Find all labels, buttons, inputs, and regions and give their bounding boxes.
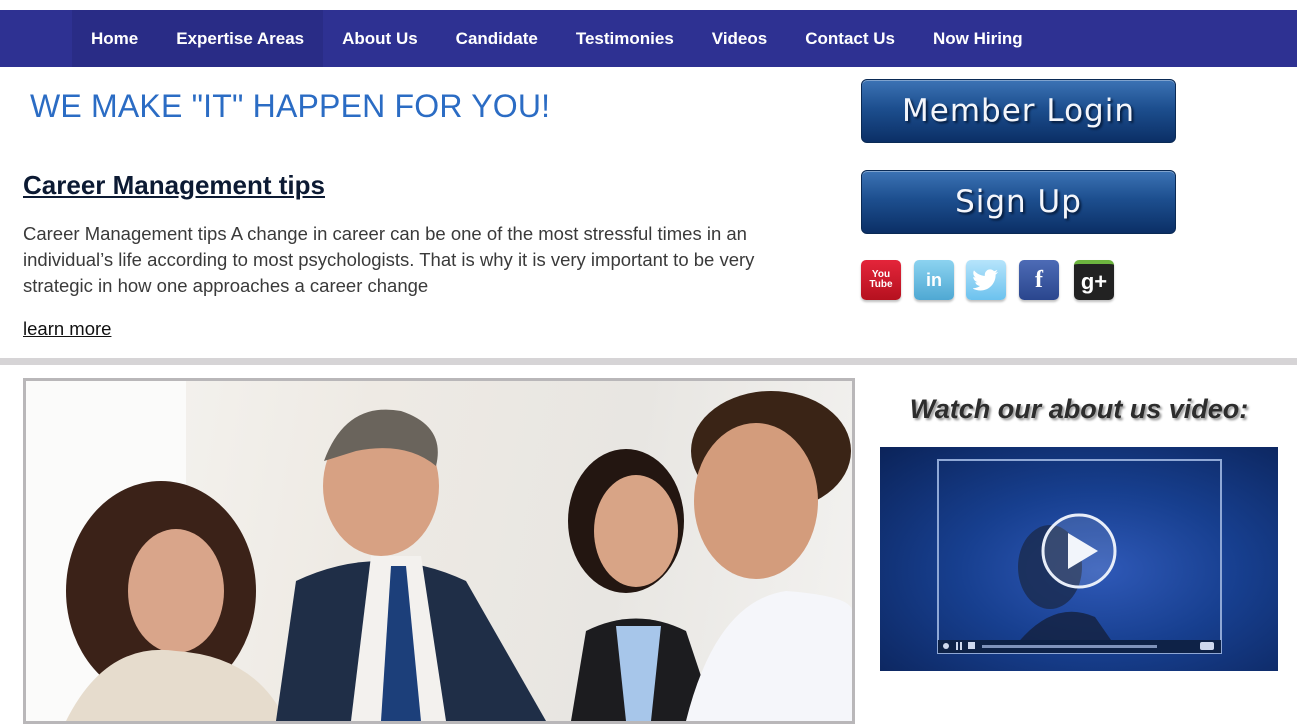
linkedin-icon-label: in [926,269,942,290]
main-nav: Home Expertise Areas About Us Candidate … [0,10,1297,67]
business-people-illustration [26,381,852,721]
team-meeting-photo [23,378,855,724]
learn-more-link[interactable]: learn more [23,318,111,340]
nav-item-contact-us[interactable]: Contact Us [786,10,914,67]
video-heading: Watch our about us video: [909,394,1249,424]
nav-items: Home Expertise Areas About Us Candidate … [72,10,1042,67]
facebook-icon-label: f [1035,266,1043,293]
hero-headline: WE MAKE "IT" HAPPEN FOR YOU! [30,88,551,124]
facebook-icon[interactable]: f [1019,260,1059,300]
article-title[interactable]: Career Management tips [23,170,325,201]
nav-item-videos[interactable]: Videos [693,10,786,67]
sign-up-button[interactable]: Sign Up [861,170,1176,234]
youtube-icon[interactable]: You Tube [861,260,901,300]
article-body: Career Management tips A change in caree… [23,223,755,296]
about-us-video[interactable] [880,447,1278,671]
nav-item-expertise-areas[interactable]: Expertise Areas [157,10,324,67]
linkedin-icon[interactable]: in [914,260,954,300]
google-plus-icon-label: g+ [1080,269,1108,294]
twitter-icon[interactable] [966,260,1006,300]
google-plus-icon[interactable]: g+ [1074,260,1114,300]
nav-item-about-us[interactable]: About Us [323,10,437,67]
youtube-icon-label: You Tube [869,269,893,290]
member-login-button[interactable]: Member Login [861,79,1176,143]
nav-item-now-hiring[interactable]: Now Hiring [914,10,1042,67]
section-divider [0,358,1297,365]
twitter-bird-icon [973,269,998,291]
nav-item-home[interactable]: Home [72,10,158,67]
nav-item-testimonies[interactable]: Testimonies [557,10,693,67]
nav-item-candidate[interactable]: Candidate [437,10,557,67]
video-player-graphic [937,459,1222,654]
